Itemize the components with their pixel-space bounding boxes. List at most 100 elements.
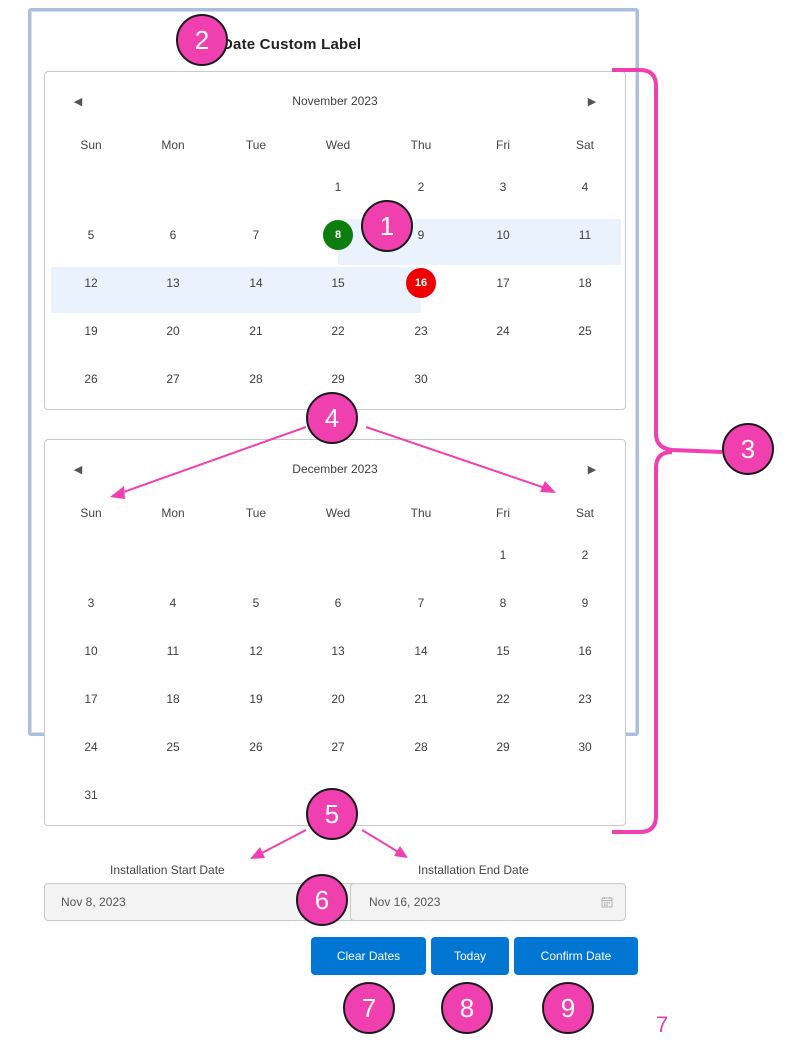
calendar-icon[interactable] (601, 896, 613, 908)
weekday-header: Sun (80, 138, 102, 152)
calendar-day[interactable]: 15 (483, 636, 523, 666)
clear-dates-button[interactable]: Clear Dates (311, 937, 426, 975)
right-triangle-icon[interactable]: ▶ (585, 463, 599, 477)
calendar-day[interactable]: 25 (153, 732, 193, 762)
calendar-day[interactable]: 11 (565, 220, 605, 250)
calendar-day[interactable]: 13 (318, 636, 358, 666)
calendar-day[interactable]: 20 (318, 684, 358, 714)
calendar-day[interactable]: 10 (483, 220, 523, 250)
calendar-day[interactable]: 25 (565, 316, 605, 346)
calendar-day[interactable]: 26 (236, 732, 276, 762)
calendar-day[interactable]: 14 (236, 268, 276, 298)
calendar-day[interactable]: 29 (483, 732, 523, 762)
calendar-day[interactable]: 28 (236, 364, 276, 394)
confirm-date-button[interactable]: Confirm Date (514, 937, 638, 975)
calendar-day[interactable]: 15 (318, 268, 358, 298)
calendar-day[interactable]: 22 (318, 316, 358, 346)
annotation-bubble: 7 (343, 982, 395, 1034)
end-date-field[interactable]: Nov 16, 2023 (350, 883, 626, 921)
calendar-day[interactable]: 5 (236, 588, 276, 618)
calendar-day[interactable]: 17 (483, 268, 523, 298)
arrow-head (250, 847, 265, 859)
weekday-header: Wed (325, 138, 351, 152)
right-triangle-icon[interactable]: ▶ (585, 95, 599, 109)
end-date-label: Installation End Date (418, 863, 529, 877)
calendar-day[interactable]: 17 (71, 684, 111, 714)
calendar-day[interactable]: 8 (483, 588, 523, 618)
page-title: Date Custom Label (222, 36, 362, 53)
calendar-day[interactable]: 4 (565, 172, 605, 202)
calendar-day[interactable]: 18 (153, 684, 193, 714)
calendar-day[interactable]: 23 (401, 316, 441, 346)
calendar-day[interactable]: 7 (236, 220, 276, 250)
calendar-day[interactable]: 12 (71, 268, 111, 298)
weekday-header: Fri (496, 138, 510, 152)
calendar-day[interactable]: 7 (401, 588, 441, 618)
calendar-day[interactable]: 14 (401, 636, 441, 666)
calendar-day[interactable]: 9 (565, 588, 605, 618)
calendar-day[interactable]: 10 (71, 636, 111, 666)
calendar-day[interactable]: 16 (565, 636, 605, 666)
month-label: November 2023 (292, 94, 378, 108)
arrow-head (394, 846, 408, 858)
calendar-day[interactable]: 5 (71, 220, 111, 250)
calendar-day[interactable]: 23 (565, 684, 605, 714)
calendar-december: ◀ December 2023 ▶ Sun Mon Tue Wed Thu Fri Sat 1… (44, 439, 626, 826)
calendar-day[interactable]: 27 (318, 732, 358, 762)
calendar-day[interactable]: 21 (236, 316, 276, 346)
start-date-value: Nov 8, 2023 (61, 895, 126, 909)
weekday-header: Sun (80, 506, 102, 520)
calendar-day[interactable]: 11 (153, 636, 193, 666)
calendar-day[interactable]: 19 (71, 316, 111, 346)
annotation-bubble: 4 (306, 392, 358, 444)
weekday-header: Mon (161, 506, 185, 520)
calendar-day[interactable]: 31 (71, 780, 111, 810)
calendar-day[interactable]: 13 (153, 268, 193, 298)
calendar-day[interactable]: 20 (153, 316, 193, 346)
calendar-day[interactable]: 6 (318, 588, 358, 618)
calendar-day[interactable]: 27 (153, 364, 193, 394)
calendar-day[interactable]: 22 (483, 684, 523, 714)
calendar-day[interactable]: 2 (401, 172, 441, 202)
calendar-day[interactable]: 30 (401, 364, 441, 394)
calendar-day[interactable]: 24 (71, 732, 111, 762)
weekday-header: Sat (575, 138, 594, 152)
calendar-day[interactable]: 19 (236, 684, 276, 714)
annotation-bubble: 9 (542, 982, 594, 1034)
weekday-header: Tue (245, 506, 267, 520)
calendar-day[interactable]: 24 (483, 316, 523, 346)
weekday-header: Wed (325, 506, 351, 520)
annotation-bubble: 2 (176, 14, 228, 66)
calendar-day[interactable]: 29 (318, 364, 358, 394)
calendar-day[interactable]: 1 (483, 540, 523, 570)
calendar-day[interactable]: 2 (565, 540, 605, 570)
calendar-header: ◀ November 2023 ▶ (45, 94, 625, 114)
selected-start-day[interactable]: 8 (323, 220, 353, 250)
calendar-day[interactable]: 6 (153, 220, 193, 250)
annotation-number: 7 (656, 1012, 669, 1037)
selected-end-day[interactable]: 16 (406, 268, 436, 298)
calendar-day[interactable]: 21 (401, 684, 441, 714)
arrow-line (361, 829, 401, 854)
weekday-header: Tue (245, 138, 267, 152)
weekday-header: Thu (410, 138, 432, 152)
calendar-day[interactable]: 4 (153, 588, 193, 618)
annotation-bubble: 1 (361, 200, 413, 252)
annotation-bubble: 3 (722, 423, 774, 475)
calendar-day[interactable]: 12 (236, 636, 276, 666)
end-date-value: Nov 16, 2023 (369, 895, 441, 909)
annotation-bubble: 6 (296, 874, 348, 926)
calendar-day[interactable]: 28 (401, 732, 441, 762)
today-button[interactable]: Today (431, 937, 509, 975)
calendar-day[interactable]: 3 (483, 172, 523, 202)
calendar-day[interactable]: 30 (565, 732, 605, 762)
calendar-day[interactable]: 18 (565, 268, 605, 298)
calendar-day[interactable]: 26 (71, 364, 111, 394)
weekday-header: Sat (575, 506, 594, 520)
weekday-header: Mon (161, 138, 185, 152)
calendar-day[interactable]: 3 (71, 588, 111, 618)
annotation-bubble: 8 (441, 982, 493, 1034)
calendar-day[interactable]: 1 (318, 172, 358, 202)
arrow-line (257, 829, 307, 856)
calendar-november: ◀ November 2023 ▶ Sun Mon Tue Wed Thu Fri Sat 1… (44, 71, 626, 410)
